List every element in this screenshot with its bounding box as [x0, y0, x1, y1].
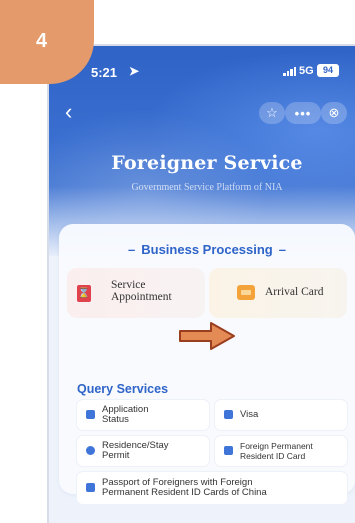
- close-icon[interactable]: ⊗: [321, 102, 347, 124]
- step-number-badge: 4: [0, 0, 94, 84]
- mini-program-capsule: ☆ ••• ⊗: [259, 100, 347, 126]
- visa-button[interactable]: Visa: [215, 400, 347, 430]
- status-bar: 5:21 ➤ 5G 94: [49, 46, 355, 80]
- arrival-card-icon: [237, 285, 255, 300]
- business-buttons: ⌛ Service Appointment Arrival Card: [67, 268, 347, 318]
- permit-icon: [86, 446, 95, 455]
- list-icon: [86, 410, 95, 419]
- query-services-title: Query Services: [77, 382, 169, 396]
- services-card: – Business Processing – ⌛ Service Appointm…: [59, 224, 355, 504]
- arrival-card-label: Arrival Card: [265, 286, 324, 298]
- status-time: 5:21: [91, 65, 118, 80]
- business-processing-title: – Business Processing –: [128, 242, 286, 257]
- battery-icon: 94: [317, 64, 339, 77]
- visa-label: Visa: [240, 409, 259, 420]
- service-appointment-label: Service Appointment: [111, 279, 172, 303]
- id-card-icon: [224, 446, 233, 455]
- appointment-icon: ⌛: [77, 285, 91, 302]
- application-status-button[interactable]: Application Status: [77, 400, 209, 430]
- residence-permit-button[interactable]: Residence/Stay Permit: [77, 436, 209, 466]
- residence-permit-label: Residence/Stay Permit: [102, 440, 169, 461]
- passport-permanent-resident-label: Passport of Foreigners with Foreign Perm…: [102, 477, 267, 498]
- phone-screen: 5:21 ➤ 5G 94 ‹ ☆ ••• ⊗ Foreigner Service…: [47, 44, 355, 523]
- page-subtitle: Government Service Platform of NIA: [131, 182, 283, 193]
- passport-permanent-resident-button[interactable]: Passport of Foreigners with Foreign Perm…: [77, 472, 347, 504]
- signal-icon: [283, 66, 296, 76]
- page-title: Foreigner Service: [111, 152, 303, 174]
- back-icon[interactable]: ‹: [65, 101, 72, 123]
- location-arrow-icon: ➤: [129, 64, 140, 78]
- network-label: 5G: [299, 65, 314, 77]
- application-status-label: Application Status: [102, 404, 149, 425]
- arrival-card-button[interactable]: Arrival Card: [209, 268, 347, 318]
- permanent-resident-id-label: Foreign Permanent Resident ID Card: [240, 441, 313, 461]
- permanent-resident-id-button[interactable]: Foreign Permanent Resident ID Card: [215, 436, 347, 466]
- passport-icon: [86, 483, 95, 492]
- service-appointment-button[interactable]: ⌛ Service Appointment: [67, 268, 205, 318]
- step-number: 4: [36, 30, 48, 52]
- more-icon[interactable]: •••: [285, 102, 321, 124]
- pointer-arrow-icon: [179, 322, 235, 350]
- visa-icon: [224, 410, 233, 419]
- star-icon[interactable]: ☆: [259, 102, 285, 124]
